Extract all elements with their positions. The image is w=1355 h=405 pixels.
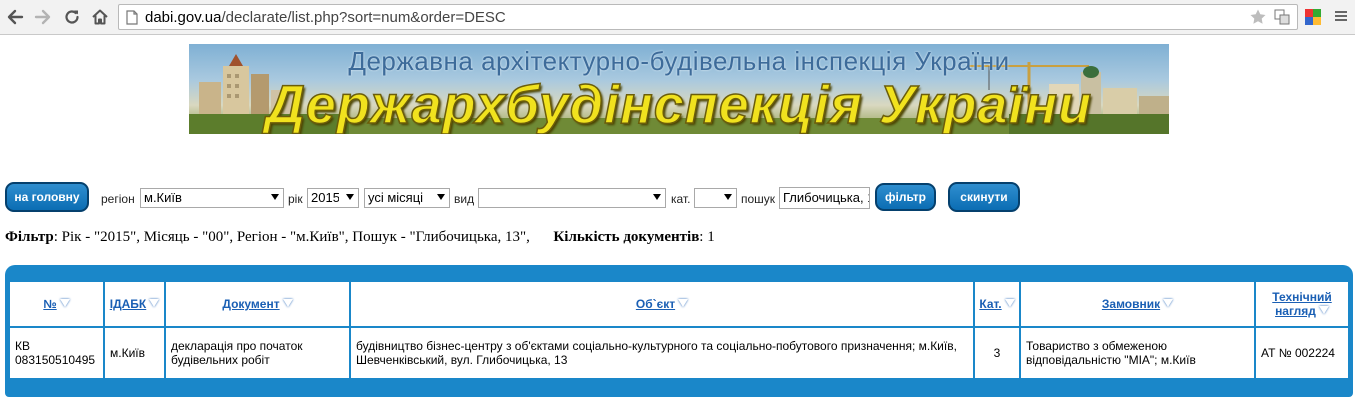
cell-idabk: м.Київ xyxy=(105,328,164,378)
year-select[interactable]: 2015 xyxy=(307,188,359,208)
column-header-idabk[interactable]: ІДАБК xyxy=(105,282,164,326)
sort-link-customer[interactable]: Замовник xyxy=(1102,297,1160,311)
forward-button[interactable] xyxy=(30,4,56,30)
banner-subtitle: Державна архітектурно-будівельна інспекц… xyxy=(348,46,1010,76)
home-button[interactable] xyxy=(87,4,113,30)
dropdown-arrow-icon xyxy=(724,194,732,200)
menu-icon[interactable] xyxy=(1334,9,1348,23)
sort-triangle-icon xyxy=(282,299,293,307)
cell-category: 3 xyxy=(975,328,1019,378)
url-text: dabi.gov.ua/declarate/list.php?sort=num&… xyxy=(145,9,506,26)
reload-icon xyxy=(65,10,79,24)
banner-title: Держархбудінспекція України xyxy=(265,74,1093,134)
sort-link-object[interactable]: Об`єкт xyxy=(636,297,675,311)
sort-link-category[interactable]: Кат. xyxy=(979,297,1001,311)
column-header-supervision[interactable]: Технічний нагляд xyxy=(1256,282,1348,326)
filter-button[interactable]: фільтр xyxy=(875,183,936,211)
dropdown-arrow-icon xyxy=(271,194,279,200)
dropdown-arrow-icon xyxy=(346,194,354,200)
cell-object: будівництво бізнес-центру з об'єктами со… xyxy=(351,328,973,378)
star-icon[interactable] xyxy=(1249,8,1267,26)
results-table: № ІДАБК Документ Об`єкт Кат. Замовник Те… xyxy=(8,280,1350,380)
document-count-value: : 1 xyxy=(699,229,715,245)
back-button[interactable] xyxy=(2,4,28,30)
browser-toolbar: dabi.gov.ua/declarate/list.php?sort=num&… xyxy=(0,0,1355,35)
column-header-document[interactable]: Документ xyxy=(166,282,349,326)
sort-triangle-icon xyxy=(678,299,689,307)
dropdown-arrow-icon xyxy=(653,194,661,200)
sort-triangle-icon xyxy=(59,299,70,307)
back-arrow-icon xyxy=(7,9,24,25)
year-selected-value: 2015 xyxy=(311,190,339,205)
cell-num: КВ 083150510495 xyxy=(10,328,103,378)
sort-link-document[interactable]: Документ xyxy=(222,297,279,311)
cell-customer: Товариство з обмеженою відповідальністю … xyxy=(1021,328,1254,378)
column-header-customer[interactable]: Замовник xyxy=(1021,282,1254,326)
region-select[interactable]: м.Київ xyxy=(140,188,284,208)
cell-supervision: АТ № 002224 xyxy=(1256,328,1348,378)
table-header-row: № ІДАБК Документ Об`єкт Кат. Замовник Те… xyxy=(10,282,1348,326)
filter-summary-text: : Рік - "2015", Місяць - "00", Регіон - … xyxy=(53,229,530,245)
site-banner: Державна архітектурно-будівельна інспекц… xyxy=(189,44,1169,134)
sort-triangle-icon xyxy=(149,299,160,307)
month-select[interactable]: усі місяці xyxy=(364,188,450,208)
region-label: регіон xyxy=(101,192,135,206)
sort-triangle-icon xyxy=(1004,299,1015,307)
column-header-category[interactable]: Кат. xyxy=(975,282,1019,326)
column-header-num[interactable]: № xyxy=(10,282,103,326)
results-table-container: № ІДАБК Документ Об`єкт Кат. Замовник Те… xyxy=(5,265,1353,397)
url-host: dabi.gov.ua xyxy=(145,9,222,26)
year-label: рік xyxy=(288,192,303,206)
address-bar[interactable]: dabi.gov.ua/declarate/list.php?sort=num&… xyxy=(118,4,1298,30)
page-icon xyxy=(126,10,138,25)
translate-icon[interactable] xyxy=(1273,8,1291,26)
filter-summary-label: Фільтр xyxy=(5,229,54,245)
category-select[interactable] xyxy=(694,188,737,208)
reset-button[interactable]: скинути xyxy=(948,182,1020,212)
cell-document: декларація про початок будівельних робіт xyxy=(166,328,349,378)
dropdown-arrow-icon xyxy=(437,194,445,200)
column-header-object[interactable]: Об`єкт xyxy=(351,282,973,326)
month-selected-value: усі місяці xyxy=(368,190,424,205)
kind-label: вид xyxy=(454,192,475,206)
category-label: кат. xyxy=(671,192,691,206)
search-input[interactable]: Глибочицька, 13 xyxy=(779,187,870,209)
home-page-button[interactable]: на головну xyxy=(5,182,89,212)
sort-triangle-icon xyxy=(1163,299,1174,307)
table-row: КВ 083150510495 м.Київ декларація про по… xyxy=(10,328,1348,378)
filter-summary: Фільтр: Рік - "2015", Місяць - "00", Рег… xyxy=(5,229,715,246)
sort-triangle-icon xyxy=(1318,306,1329,314)
search-label: пошук xyxy=(741,192,776,206)
document-count-label: Кількість документів xyxy=(553,229,700,245)
kind-select[interactable] xyxy=(478,188,666,208)
forward-arrow-icon xyxy=(34,9,51,25)
reload-button[interactable] xyxy=(59,4,85,30)
region-selected-value: м.Київ xyxy=(144,190,182,205)
sort-link-idabk[interactable]: ІДАБК xyxy=(110,297,147,311)
sort-link-num[interactable]: № xyxy=(43,297,56,311)
extension-icon[interactable] xyxy=(1304,8,1322,26)
home-icon xyxy=(92,9,108,25)
url-path: /declarate/list.php?sort=num&order=DESC xyxy=(221,9,506,26)
